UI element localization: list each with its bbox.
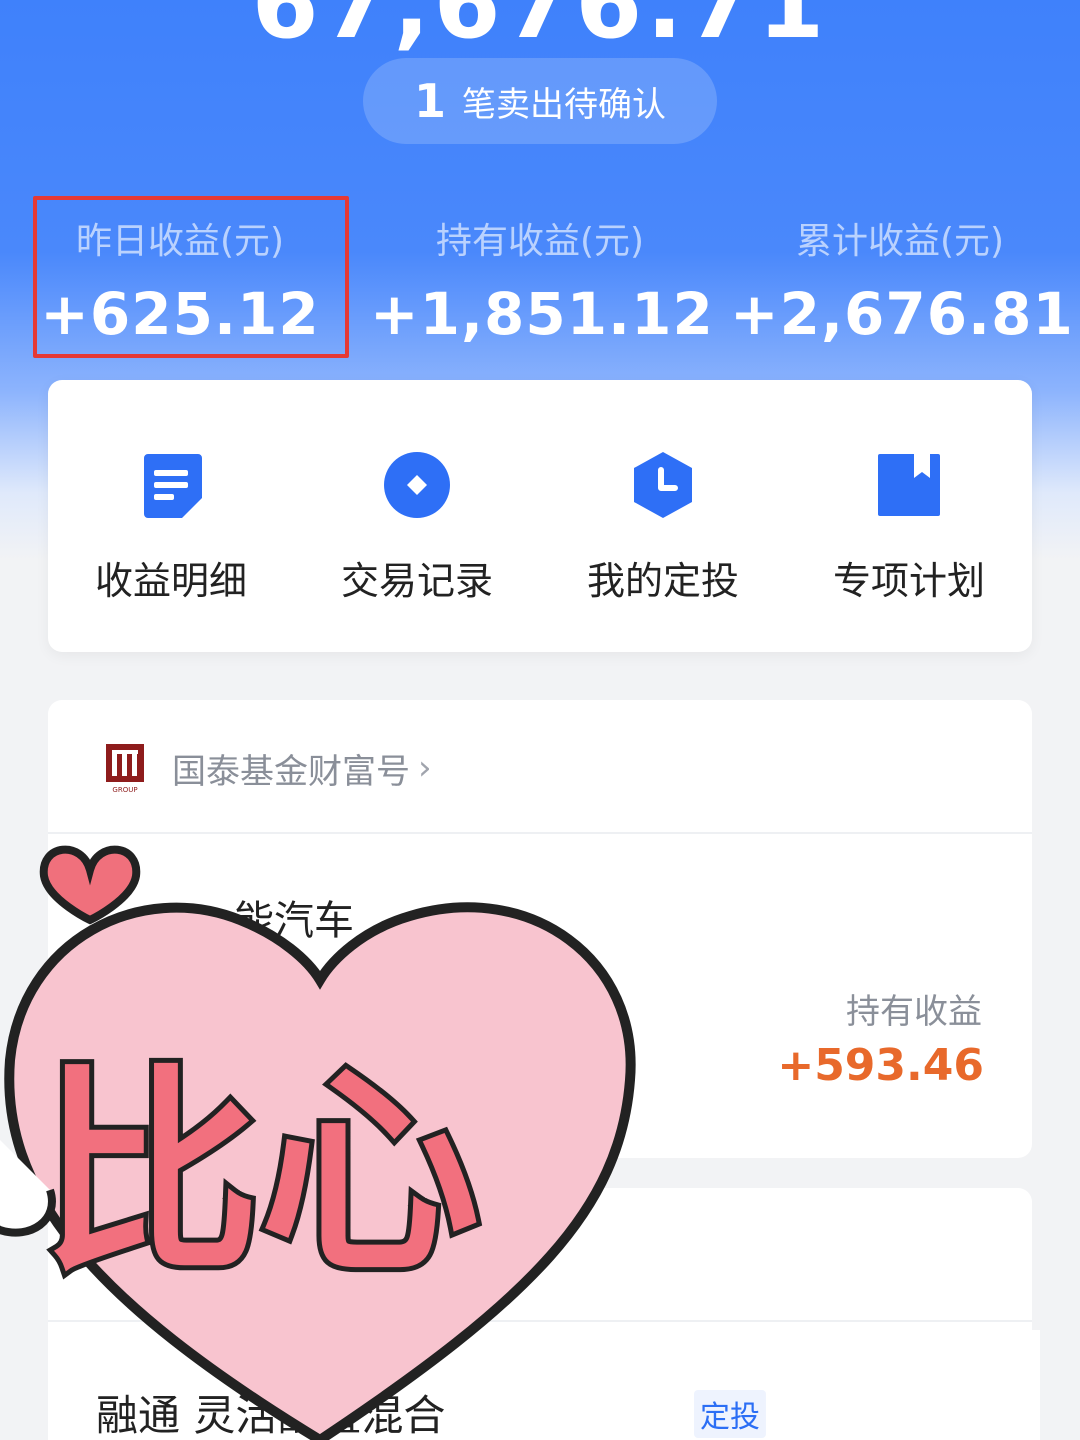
brand-link[interactable]: GROUP 国泰基金财富号 › [104,742,432,794]
heart-sticker: 比心 [0,845,636,1440]
stat-value: +1,851.12 [370,280,714,348]
fade-overlay [760,1330,1040,1440]
quick-action-earnings-detail[interactable]: 收益明细 [48,450,294,605]
pending-text: 笔卖出待确认 [462,84,666,125]
clock-hexagon-icon [634,452,692,518]
svg-text:GROUP: GROUP [112,786,137,794]
pending-sell-pill[interactable]: 1 笔卖出待确认 [363,58,717,144]
stat-value: +2,676.81 [730,280,1074,348]
stat-label: 持有收益(元) [435,221,645,262]
bookmark-book-icon [878,454,940,516]
stat-cumulative-earnings[interactable]: 累计收益(元) +2,676.81 [730,212,1074,348]
quick-action-label: 专项计划 [832,559,985,603]
auto-invest-tag: 定投 [694,1390,766,1438]
quick-action-label: 我的定投 [586,559,739,603]
diamond-circle-icon [384,452,450,518]
red-highlight-box [33,196,349,358]
quick-action-my-plans[interactable]: 我的定投 [540,450,786,605]
quick-action-transactions[interactable]: 交易记录 [294,450,540,605]
quick-actions-card: 收益明细 交易记录 我的定投 专项计划 [48,380,1032,652]
total-assets-value: 67,676.71 [251,0,829,60]
quick-action-special-plan[interactable]: 专项计划 [786,450,1032,605]
sticker-text: 比心 [40,1046,480,1302]
stat-holding-earnings[interactable]: 持有收益(元) +1,851.12 [370,212,714,348]
small-heart-icon [39,845,141,925]
stat-label: 累计收益(元) [795,221,1005,262]
quick-action-label: 收益明细 [94,559,247,603]
holding-earnings-label: 持有收益 [846,992,982,1032]
brand-name: 国泰基金财富号 [172,751,410,792]
quick-action-label: 交易记录 [340,559,493,603]
guotai-logo-icon: GROUP [106,744,144,794]
holding-earnings-value: +593.46 [777,1040,984,1091]
chevron-right-icon: › [418,748,432,788]
heart-sticker-body: 比心 [0,845,636,1440]
document-list-icon [144,454,202,518]
pending-count: 1 [413,74,446,128]
